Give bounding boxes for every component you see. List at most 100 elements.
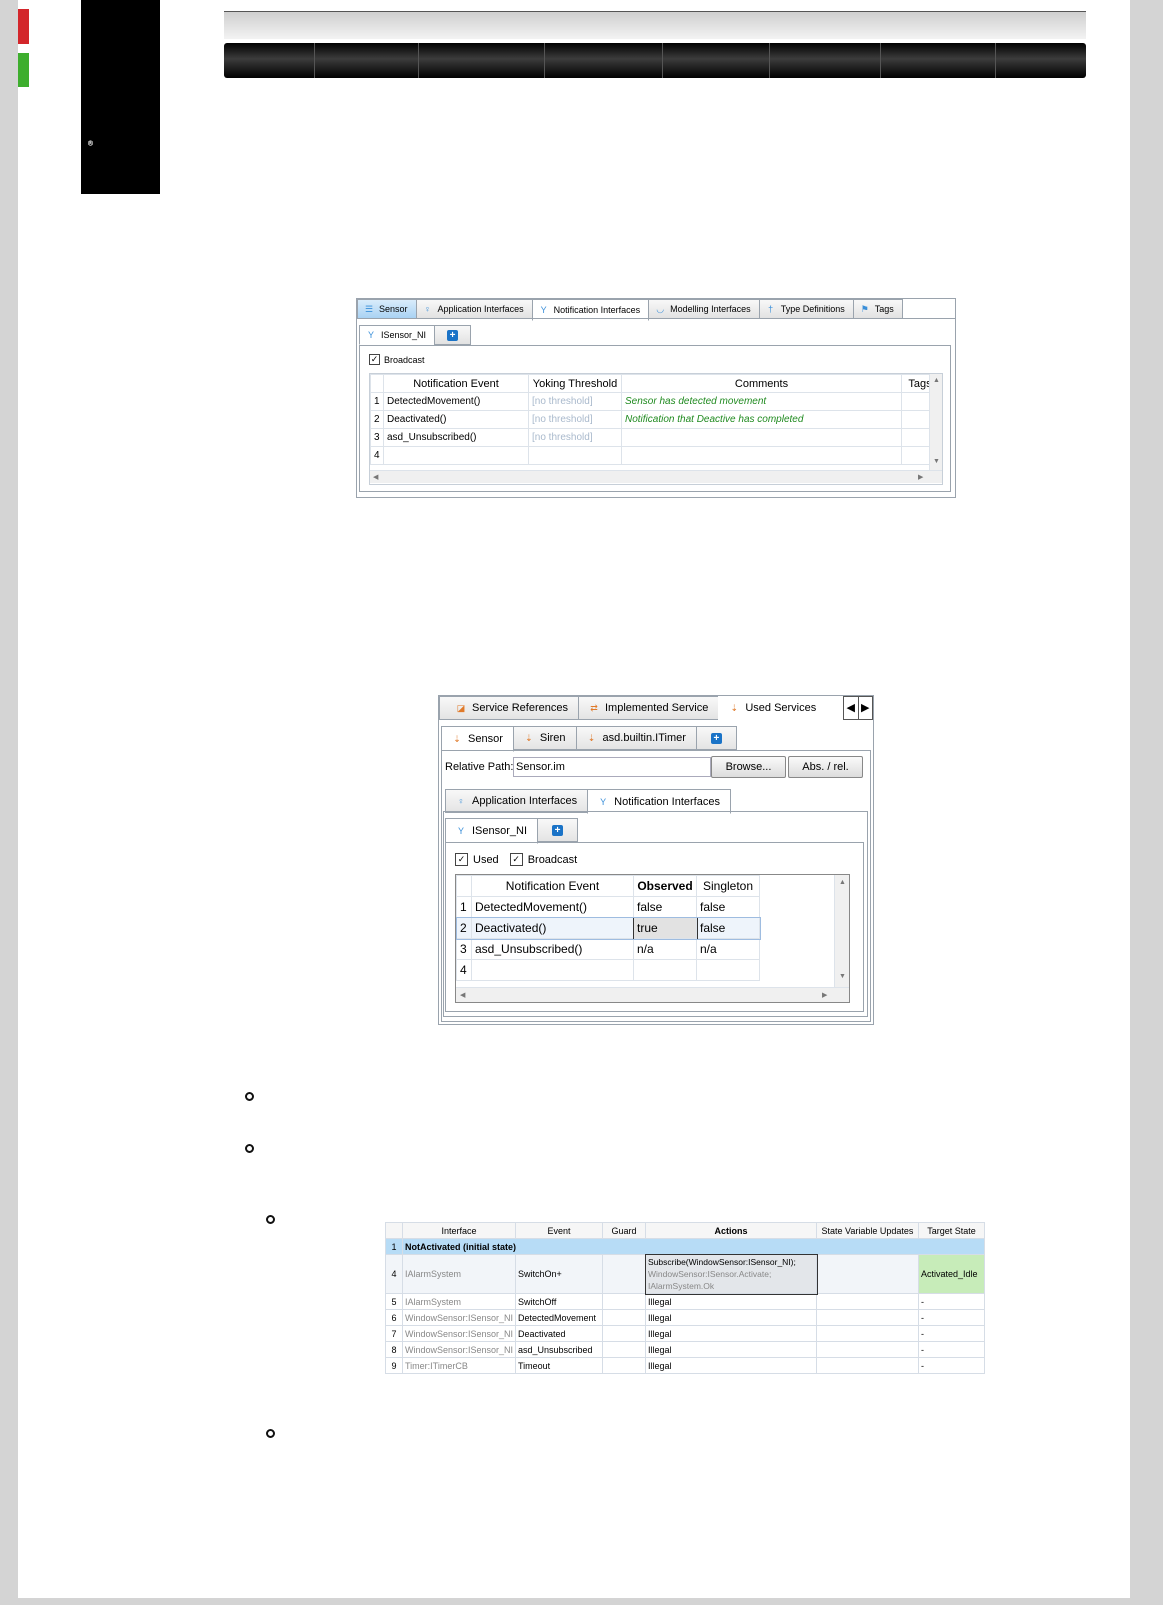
nav-item[interactable] [224,43,315,78]
header-bar [224,11,1086,39]
nav-item[interactable] [770,43,882,78]
notification-icon: Y [457,826,464,836]
tag-icon: ⚑ [860,304,869,314]
interface-icon: ♀ [457,796,465,806]
tab-application-interfaces[interactable]: ♀ Application Interfaces [445,789,589,813]
broadcast-option: ✓ Broadcast [369,354,425,365]
nav-item[interactable] [419,43,546,78]
horizontal-scrollbar[interactable]: ◀ ▶ [370,470,942,483]
grid-header: Interface Event Guard Actions State Vari… [385,1222,985,1239]
scroll-down-icon[interactable]: ▼ [839,973,846,980]
col-comments[interactable]: Comments [621,374,902,393]
modelling-icon: ◡ [656,304,665,314]
col-target-state[interactable]: Target State [918,1222,985,1239]
tab-type-definitions[interactable]: † Type Definitions [758,299,854,319]
col-notification-event[interactable]: Notification Event [471,875,634,897]
col-guard[interactable]: Guard [602,1222,646,1239]
notification-interfaces-screenshot: ☰ Sensor ♀ Application Interfaces Y Notific… [356,298,956,498]
nav-item[interactable] [545,43,663,78]
add-interface-button[interactable]: + [537,818,579,842]
tab-timer-service[interactable]: ⇣ asd.builtin.ITimer [575,726,697,750]
notification-icon: Y [540,305,547,315]
col-yoking-threshold[interactable]: Yoking Threshold [528,374,622,393]
relative-path-input[interactable]: Sensor.im [513,757,711,777]
col-singleton[interactable]: Singleton [696,875,760,897]
table-row[interactable]: 6 WindowSensor:ISensor_NI DetectedMoveme… [385,1309,985,1326]
table-row[interactable]: 1 DetectedMovement() [no threshold] Sens… [370,392,939,411]
scroll-right-icon[interactable]: ▶ [918,473,923,481]
table-row-selected[interactable]: 2 Deactivated() true false [456,916,761,940]
table-row[interactable]: 4 [370,446,939,465]
col-interface[interactable]: Interface [402,1222,516,1239]
tab-implemented-service[interactable]: ⇄ Implemented Service [578,696,720,720]
table-row[interactable]: 9 Timer:ITimerCB Timeout Illegal - [385,1357,985,1374]
scroll-up-icon[interactable]: ▲ [839,879,846,886]
observed-cell-selected[interactable]: true [632,916,698,940]
col-state-variable-updates[interactable]: State Variable Updates [816,1222,919,1239]
plus-icon: + [552,824,564,836]
nav-item[interactable] [996,43,1086,78]
checkbox-row: ✓ Used ✓ Broadcast [455,853,577,866]
vertical-scrollbar[interactable]: ▲ ▼ [929,374,942,470]
used-service-icon: ⇣ [587,733,596,743]
table-row[interactable]: 1 DetectedMovement() false false [456,896,760,918]
vertical-scrollbar[interactable]: ▲ ▼ [834,875,849,987]
browse-button[interactable]: Browse... [711,756,786,778]
col-event[interactable]: Event [515,1222,603,1239]
tab-tags[interactable]: ⚑ Tags [852,299,903,319]
green-marker [18,53,29,87]
horizontal-scrollbar[interactable]: ◀ ▶ [456,987,849,1002]
scroll-left-icon[interactable]: ◀ [373,473,378,481]
model-tabs: ☰ Sensor ♀ Application Interfaces Y Notific… [357,299,903,321]
tab-service-references[interactable]: ◪ Service References [439,696,579,720]
tab-isensor-ni[interactable]: Y ISensor_NI [359,325,436,345]
scroll-right-icon[interactable]: ▶ [822,991,827,999]
col-observed[interactable]: Observed [633,875,697,897]
bullet-marker [266,1429,275,1438]
red-marker [18,9,29,44]
used-checkbox[interactable]: ✓ [455,853,468,866]
table-row[interactable]: 3 asd_Unsubscribed() n/a n/a [456,938,760,960]
tab-isensor-ni[interactable]: Y ISensor_NI [445,818,539,844]
add-interface-button[interactable]: + [434,325,472,345]
bullet-marker [245,1144,254,1153]
plus-icon: + [447,329,459,341]
service-tabs: ◪ Service References ⇄ Implemented Service… [439,696,828,720]
table-row[interactable]: 5 IAlarmSystem SwitchOff Illegal - [385,1293,985,1310]
tab-modelling-interfaces[interactable]: ◡ Modelling Interfaces [648,299,760,319]
broadcast-checkbox[interactable]: ✓ [369,354,380,365]
nav-item[interactable] [663,43,770,78]
col-actions[interactable]: Actions [645,1222,817,1239]
table-row[interactable]: 2 Deactivated() [no threshold] Notificat… [370,410,939,429]
tab-sensor[interactable]: ☰ Sensor [357,299,417,319]
col-notification-event[interactable]: Notification Event [383,374,529,393]
scroll-left-icon[interactable]: ◀ [460,991,465,999]
notification-grid: Notification Event Observed Singleton 1 … [455,874,850,1003]
state-row[interactable]: 1 NotActivated (initial state) [385,1238,985,1255]
tab-scroll-right-icon[interactable]: ▶ [859,697,873,719]
table-row[interactable]: 8 WindowSensor:ISensor_NI asd_Unsubscrib… [385,1341,985,1358]
tab-siren-service[interactable]: ⇣ Siren [512,726,577,750]
used-service-icon: ⇣ [453,734,461,744]
broadcast-checkbox[interactable]: ✓ [509,853,523,866]
notification-grid: Notification Event Yoking Threshold Comm… [369,373,943,485]
nav-item[interactable] [881,43,997,78]
table-row[interactable]: 4 IAlarmSystem SwitchOn+ Subscribe(Windo… [385,1253,985,1295]
type-icon: † [768,304,774,314]
nav-item[interactable] [315,43,419,78]
tab-application-interfaces[interactable]: ♀ Application Interfaces [415,299,533,319]
notification-icon: Y [367,330,374,340]
actions-cell-selected[interactable]: Subscribe(WindowSensor:ISensor_NI); Wind… [644,1253,818,1295]
tab-sensor-service[interactable]: ⇣ Sensor [441,726,514,752]
table-row[interactable]: 7 WindowSensor:ISensor_NI Deactivated Il… [385,1325,985,1342]
table-row[interactable]: 4 [456,959,760,981]
add-service-button[interactable]: + [695,726,737,750]
tab-scroll-left-icon[interactable]: ◀ [844,697,859,719]
abs-rel-button[interactable]: Abs. / rel. [788,756,863,778]
tab-used-services[interactable]: ⇣ Used Services [718,696,828,720]
scroll-up-icon[interactable]: ▲ [933,377,940,384]
list-icon: ☰ [364,304,374,314]
grid-header: Notification Event Yoking Threshold Comm… [370,374,939,393]
scroll-down-icon[interactable]: ▼ [933,458,940,465]
table-row[interactable]: 3 asd_Unsubscribed() [no threshold] [370,428,939,447]
